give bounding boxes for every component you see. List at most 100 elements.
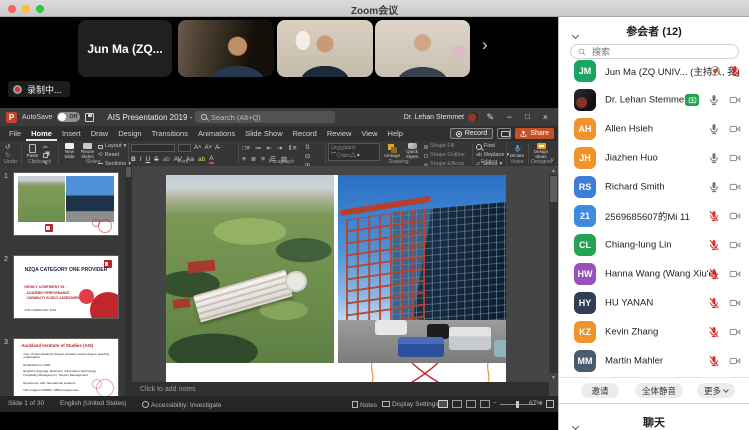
font-size-select[interactable] — [178, 144, 191, 152]
camera-icon[interactable] — [729, 94, 741, 106]
tab-insert[interactable]: Insert — [57, 126, 86, 141]
line-spacing-icon[interactable]: ⇕≡ — [287, 144, 296, 152]
zoom-out-button[interactable]: − — [493, 400, 497, 407]
participant-row[interactable]: JH Jiazhen Huo — [559, 147, 749, 169]
record-button[interactable]: Record — [450, 128, 494, 139]
participant-row[interactable]: 21 2569685607的Mi 11 — [559, 205, 749, 227]
mic-icon[interactable] — [708, 181, 720, 193]
participant-row[interactable]: KZ Kevin Zhang — [559, 321, 749, 343]
thumbnail-scrollbar[interactable] — [125, 166, 132, 396]
tab-file[interactable]: File — [4, 126, 26, 141]
ppt-close-button[interactable]: × — [543, 112, 548, 122]
mic-icon[interactable] — [708, 123, 720, 135]
notes-pane[interactable]: Click to add notes — [132, 382, 549, 396]
participant-video-3[interactable] — [375, 20, 470, 77]
tab-help[interactable]: Help — [383, 126, 408, 141]
autosave-toggle[interactable]: Off — [57, 112, 80, 122]
camera-icon[interactable] — [729, 326, 741, 338]
cut-icon[interactable]: ✂ — [43, 144, 48, 151]
participant-row[interactable]: CL Chiang-lung Lin — [559, 234, 749, 256]
ppt-minimize-button[interactable]: − — [507, 112, 512, 122]
zoom-slider-knob[interactable] — [516, 401, 519, 408]
notes-toggle-button[interactable]: Notes — [352, 400, 377, 409]
participant-row[interactable]: HY HU YANAN — [559, 292, 749, 314]
accessibility-status[interactable]: Accessibility: Investigate — [142, 400, 221, 409]
tab-view[interactable]: View — [356, 126, 382, 141]
mic-muted-icon[interactable] — [708, 297, 720, 309]
shape-fill-button[interactable]: Shape Fill — [424, 143, 454, 151]
tab-transitions[interactable]: Transitions — [147, 126, 193, 141]
share-button[interactable]: Share — [515, 128, 554, 139]
invite-button[interactable]: 邀请 — [581, 383, 619, 398]
camera-icon[interactable] — [729, 355, 741, 367]
display-settings-button[interactable]: Display Settings — [382, 400, 439, 408]
camera-icon[interactable] — [729, 210, 741, 222]
quick-styles-button[interactable]: Quick Styles — [402, 143, 422, 160]
camera-icon[interactable] — [729, 123, 741, 135]
tab-slide-show[interactable]: Slide Show — [240, 126, 288, 141]
mic-muted-icon[interactable] — [708, 239, 720, 251]
text-direction-icon[interactable]: ⇅ — [305, 144, 310, 151]
comments-button[interactable] — [497, 128, 511, 139]
indent-icon[interactable]: ⇥ — [277, 144, 282, 152]
camera-icon[interactable] — [729, 152, 741, 164]
zoom-percent[interactable]: 67% — [529, 400, 542, 407]
design-ideas-button[interactable]: Design Ideas — [530, 143, 552, 160]
bullets-icon[interactable]: ∷≡ — [242, 144, 250, 152]
tab-design[interactable]: Design — [113, 126, 146, 141]
participant-row[interactable]: HW Hanna Wang (Wang Xiu'e) — [559, 263, 749, 285]
participant-row[interactable]: Dr. Lehan Stemmet — [559, 89, 749, 111]
tab-draw[interactable]: Draw — [86, 126, 114, 141]
slide-photo-ais-building[interactable] — [338, 175, 506, 363]
save-icon[interactable] — [85, 113, 94, 122]
normal-view-button[interactable] — [438, 400, 448, 408]
arrange-button[interactable]: Arrange — [383, 143, 401, 160]
mute-all-button[interactable]: 全体静音 — [635, 383, 683, 398]
paste-button[interactable]: Paste — [24, 143, 41, 160]
participant-row[interactable]: MM Martin Mahler — [559, 350, 749, 372]
ppt-maximize-button[interactable]: □ — [525, 112, 530, 122]
mic-muted-icon[interactable] — [708, 355, 720, 367]
camera-icon[interactable] — [729, 181, 741, 193]
increase-font-icon[interactable]: A˄ — [194, 145, 202, 151]
mic-muted-icon[interactable] — [708, 326, 720, 338]
mic-muted-icon[interactable] — [708, 268, 720, 280]
participants-search[interactable] — [570, 44, 739, 59]
slide-thumbnail-2[interactable]: NZQA CATEGORY ONE PROVIDER HIGHLY CONFID… — [14, 256, 118, 318]
find-button[interactable]: Find — [476, 143, 495, 151]
outdent-icon[interactable]: ⇤ — [266, 144, 271, 152]
slide-thumbnail-3[interactable]: Auckland Institute of Studies (AIS) One … — [14, 339, 118, 396]
pen-mode-icon[interactable]: ✎ — [486, 112, 494, 123]
new-slide-button[interactable]: New Slide — [61, 143, 78, 160]
video-strip-next-icon[interactable]: › — [482, 36, 488, 53]
tab-review[interactable]: Review — [322, 126, 357, 141]
reading-view-button[interactable] — [466, 400, 476, 408]
undo-redo-buttons[interactable]: ↺ ↻ — [5, 143, 10, 159]
participant-video-1[interactable] — [178, 20, 274, 77]
slide-sorter-view-button[interactable] — [452, 400, 462, 408]
reuse-slides-button[interactable]: Reuse Slides — [79, 143, 96, 160]
slide-photo-aerial-campus[interactable] — [166, 175, 334, 363]
copy-icon[interactable] — [43, 153, 48, 158]
video-tile-name[interactable]: Jun Ma (ZQ... — [78, 20, 172, 77]
slide-scrollbar[interactable]: ▲▼ — [549, 166, 558, 382]
slide-thumbnail-1[interactable] — [14, 173, 118, 235]
dictate-button[interactable]: Dictate — [508, 143, 526, 160]
ribbon-collapse-icon[interactable]: ˅ — [550, 158, 554, 164]
fit-slide-icon[interactable] — [546, 400, 554, 408]
tab-animations[interactable]: Animations — [193, 126, 240, 141]
layout-button[interactable]: Layout ▾ — [98, 143, 126, 151]
mic-icon[interactable] — [708, 152, 720, 164]
tab-record[interactable]: Record — [288, 126, 322, 141]
camera-icon[interactable] — [729, 297, 741, 309]
ppt-search-box[interactable]: Search (Alt+Q) — [195, 111, 335, 123]
camera-icon[interactable] — [729, 268, 741, 280]
clear-format-icon[interactable]: A̶ — [215, 145, 219, 151]
undo-icon[interactable]: ↺ — [5, 143, 10, 151]
numbering-icon[interactable]: ≔ — [255, 144, 262, 152]
participants-search-input[interactable] — [590, 46, 731, 58]
slideshow-view-button[interactable] — [480, 400, 490, 408]
mic-muted-icon[interactable] — [729, 65, 741, 77]
mic-muted-icon[interactable] — [708, 210, 720, 222]
mic-icon[interactable] — [708, 94, 720, 106]
